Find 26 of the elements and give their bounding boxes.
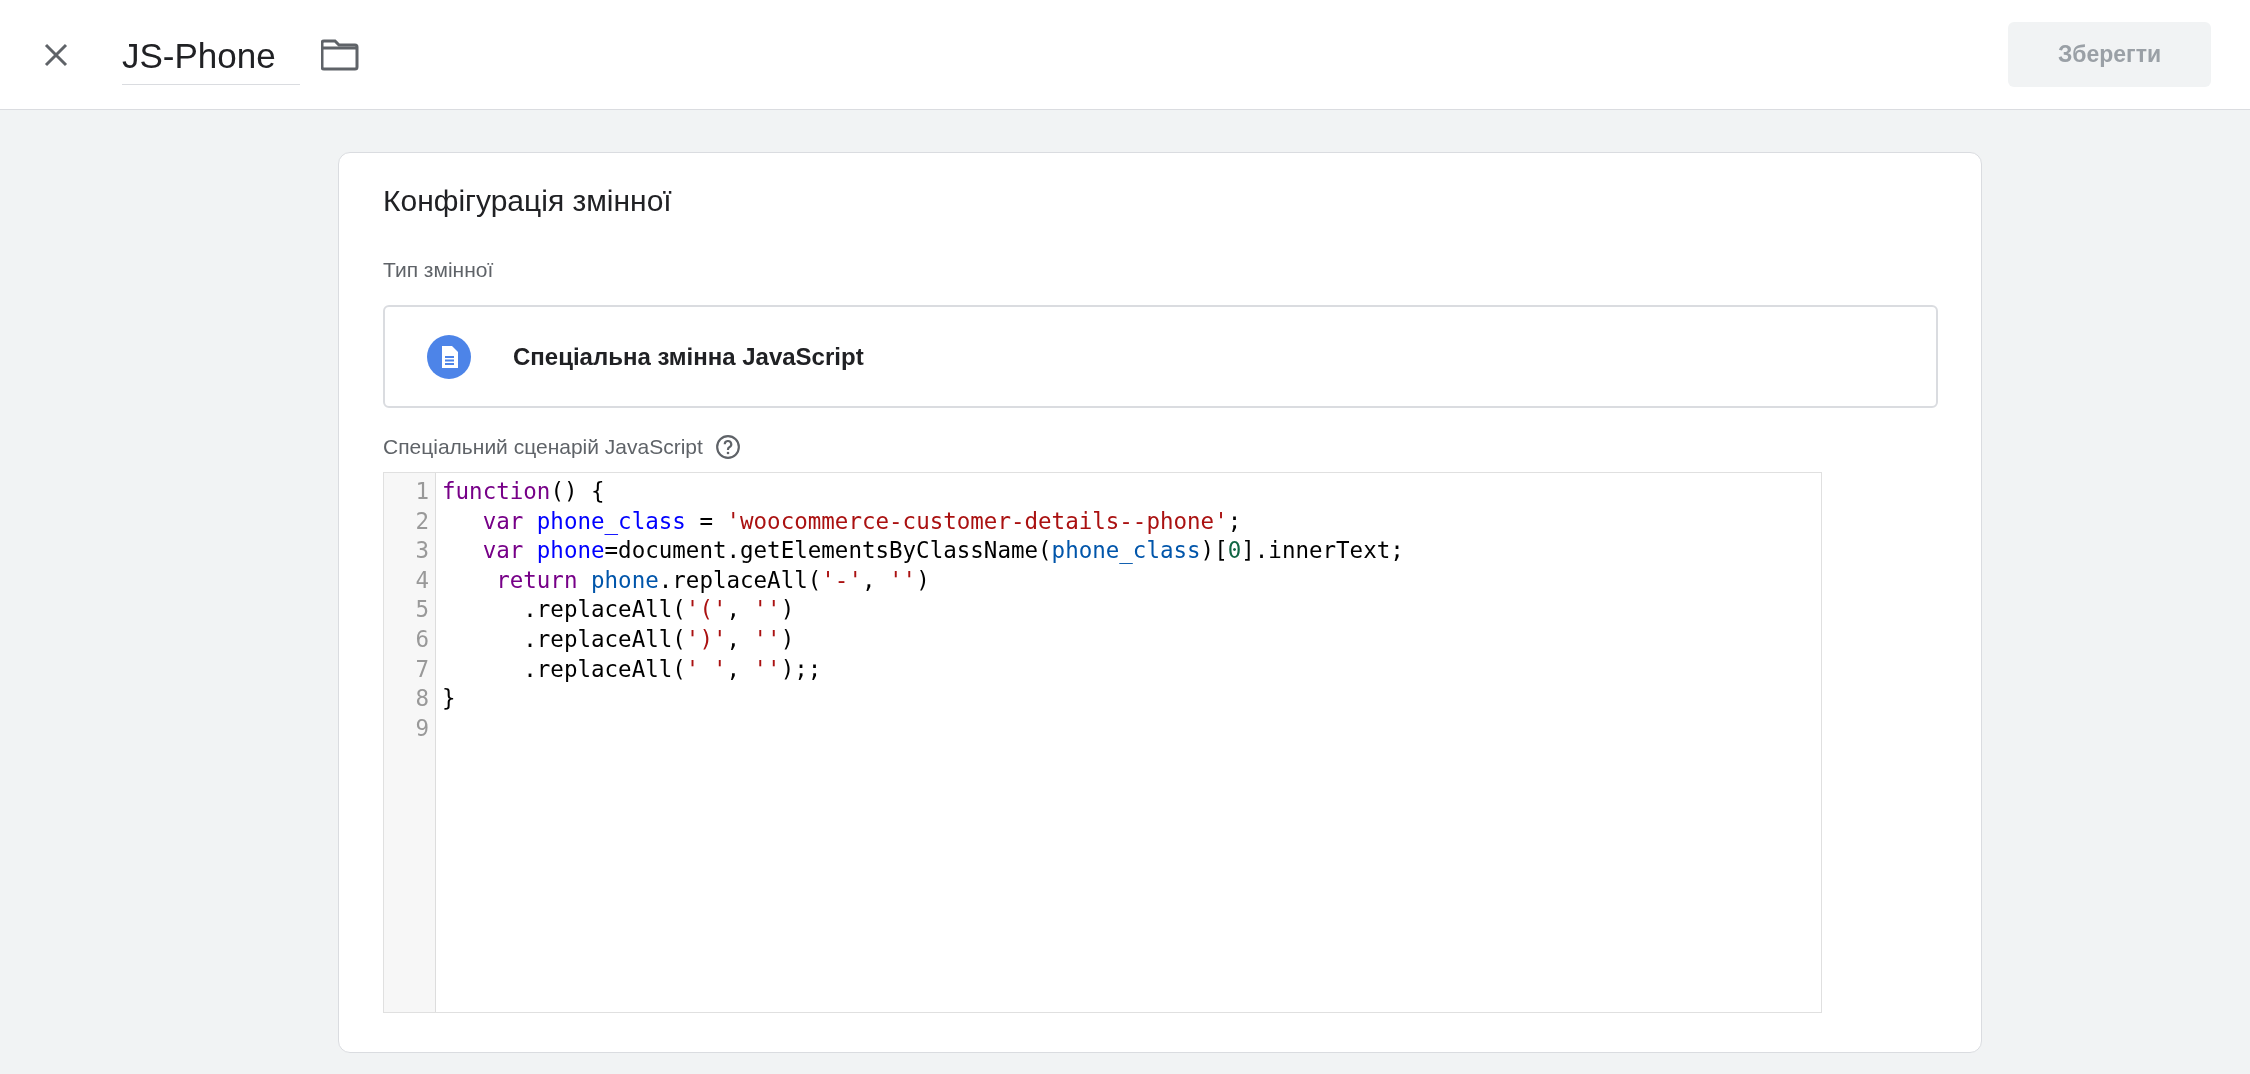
code-line: var phone=document.getElementsByClassName(phone_class)[0].innerText;: [481, 536, 1405, 566]
code-line: }: [442, 684, 457, 714]
code-line: function() {: [442, 477, 606, 506]
line-number: 2: [414, 506, 430, 536]
code-line: .replaceAll(' ', '');;: [522, 654, 823, 684]
line-number: 9: [414, 713, 430, 743]
code-line: return phone.replaceAll('-', ''): [495, 565, 931, 595]
help-icon[interactable]: [714, 434, 741, 460]
card-title: Конфігурація змінної: [383, 184, 673, 218]
code-line: .replaceAll(')', ''): [522, 624, 796, 654]
line-number: 5: [414, 595, 430, 625]
line-number: 4: [414, 565, 430, 595]
variable-type-name: Спеціальна змінна JavaScript: [513, 342, 864, 371]
field-label: Спеціальний сценарій JavaScript: [383, 435, 703, 459]
variable-type-selector[interactable]: Спеціальна змінна JavaScript: [383, 305, 1938, 408]
line-number: 1: [414, 477, 430, 506]
line-number: 3: [414, 536, 430, 566]
line-number: 8: [414, 684, 430, 714]
code-line: var phone_class = 'woocommerce-customer-details--phone';: [481, 506, 1243, 537]
name-field[interactable]: JS-Phone: [122, 36, 300, 85]
folder-icon: [321, 38, 359, 71]
code-line: .replaceAll('(', ''): [522, 595, 796, 625]
document-icon: [427, 334, 471, 379]
field-label: Тип змінної: [383, 258, 495, 282]
line-number: 6: [414, 624, 430, 654]
line-number: 7: [414, 654, 430, 684]
